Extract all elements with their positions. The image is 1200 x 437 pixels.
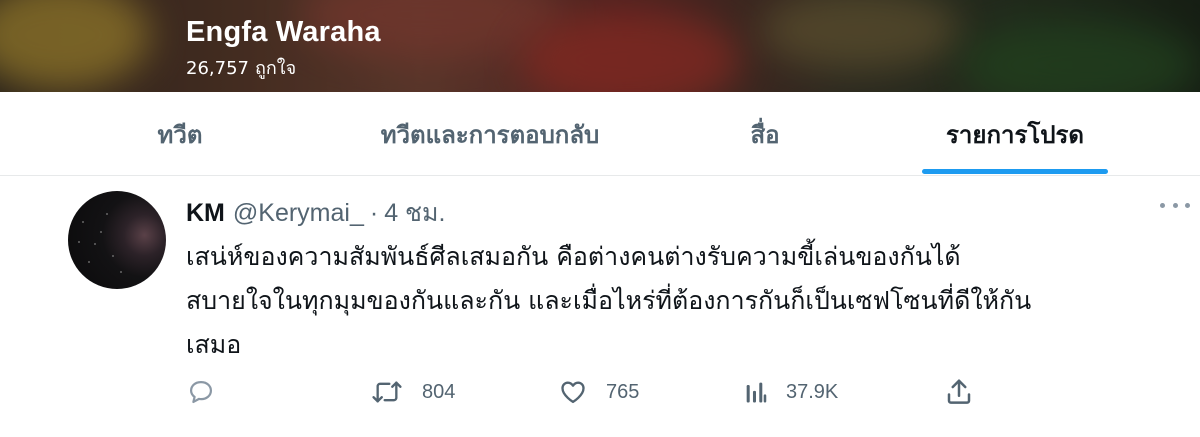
like-count: 765 bbox=[606, 380, 640, 403]
tab-label: ทวีต bbox=[157, 120, 203, 149]
tab-label: สื่อ bbox=[750, 120, 780, 149]
reply-icon bbox=[186, 378, 216, 406]
tab-tweets[interactable]: ทวีต bbox=[120, 92, 240, 176]
tab-label: รายการโปรด bbox=[946, 120, 1084, 149]
heart-icon bbox=[558, 378, 588, 406]
profile-banner: Engfa Waraha 26,757 ถูกใจ bbox=[0, 0, 1200, 92]
views-count: 37.9K bbox=[786, 380, 839, 403]
tab-tweets-and-replies[interactable]: ทวีตและการตอบกลับ bbox=[330, 92, 650, 176]
tweet-actions: 804 765 37.9K bbox=[0, 375, 1200, 409]
avatar[interactable] bbox=[68, 191, 166, 289]
more-options-icon[interactable] bbox=[1160, 203, 1190, 215]
views-button[interactable]: 37.9K bbox=[744, 375, 838, 409]
author-handle[interactable]: @Kerymai_ bbox=[233, 199, 364, 227]
retweet-button[interactable]: 804 bbox=[370, 375, 455, 409]
tab-likes[interactable]: รายการโปรด bbox=[922, 92, 1108, 176]
profile-name: Engfa Waraha bbox=[186, 16, 381, 48]
author-name[interactable]: KM bbox=[186, 199, 225, 227]
share-button[interactable] bbox=[944, 375, 974, 409]
views-icon bbox=[744, 378, 768, 406]
tweet[interactable]: KM @Kerymai_ · 4 ชม. เสน่ห์ของความสัมพันธ์ศ… bbox=[0, 177, 1200, 437]
likes-count: 26,757 bbox=[186, 58, 249, 79]
reply-button[interactable] bbox=[186, 375, 216, 409]
profile-tabs: ทวีต ทวีตและการตอบกลับ สื่อ รายการโปรด bbox=[0, 92, 1200, 176]
retweet-icon bbox=[370, 378, 404, 406]
tweet-text: เสน่ห์ของความสัมพันธ์ศีลเสมอกัน คือต่างค… bbox=[186, 242, 1032, 359]
active-tab-indicator bbox=[922, 169, 1108, 174]
tweet-timestamp[interactable]: 4 ชม. bbox=[384, 199, 445, 227]
like-button[interactable]: 765 bbox=[558, 375, 639, 409]
likes-count-line: 26,757 ถูกใจ bbox=[186, 53, 302, 82]
retweet-count: 804 bbox=[422, 380, 456, 403]
tweet-header: KM @Kerymai_ · 4 ชม. bbox=[186, 193, 445, 233]
tab-media[interactable]: สื่อ bbox=[720, 92, 810, 176]
likes-label: ถูกใจ bbox=[254, 58, 297, 79]
share-icon bbox=[944, 377, 974, 407]
separator-dot: · bbox=[369, 199, 379, 227]
tab-label: ทวีตและการตอบกลับ bbox=[380, 120, 600, 149]
